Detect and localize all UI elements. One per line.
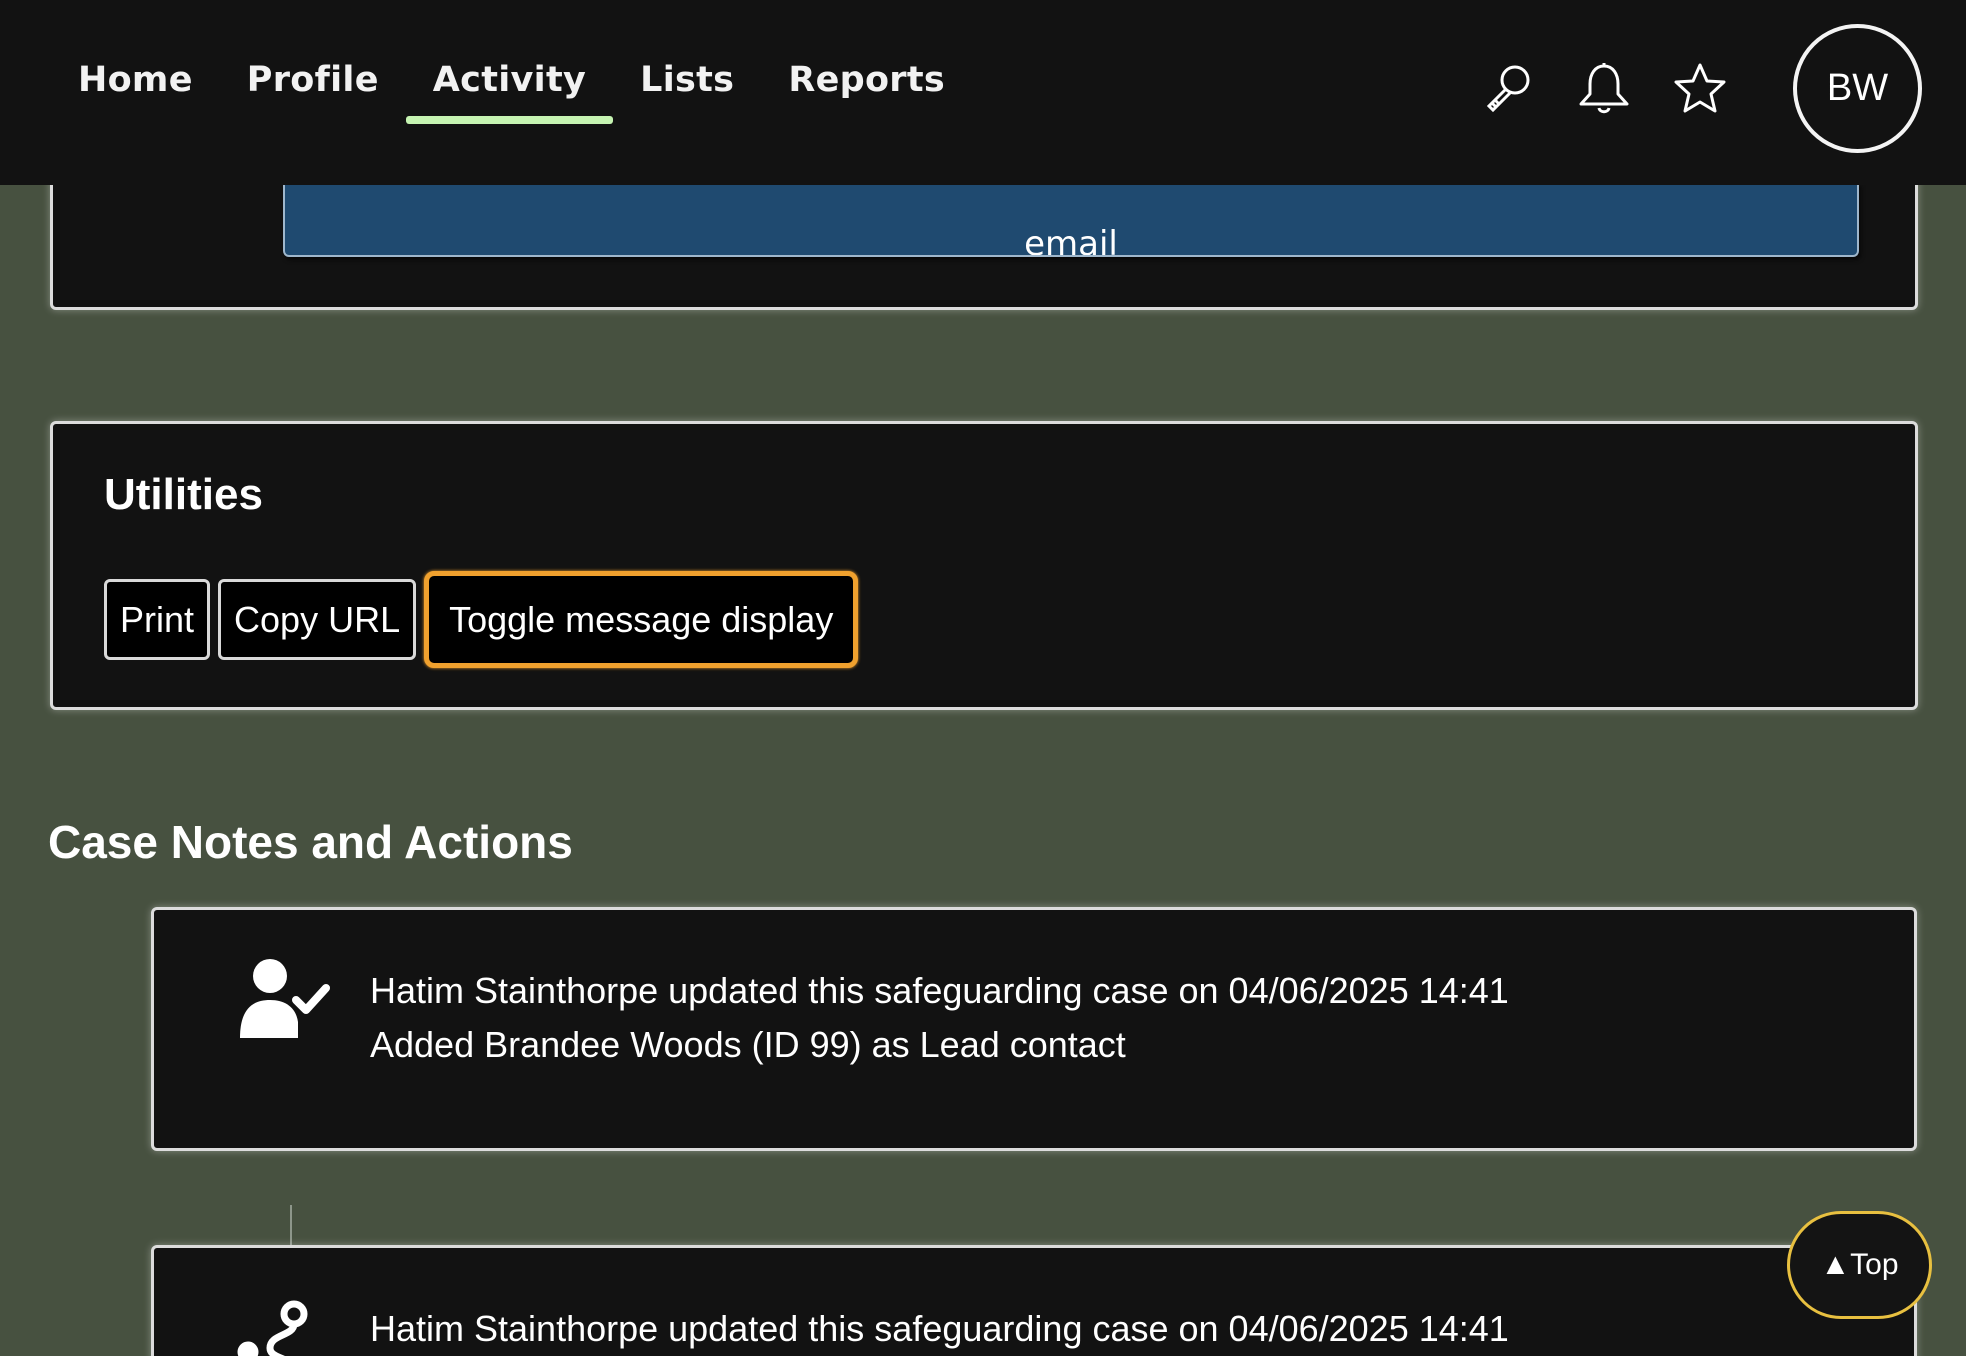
user-avatar[interactable]: BW (1793, 24, 1922, 153)
utilities-button-row: Print Copy URL Toggle message display (104, 571, 866, 668)
case-note-line: Added Brandee Woods (ID 99) as Lead cont… (370, 1024, 1126, 1065)
utilities-card: Utilities Print Copy URL Toggle message … (50, 421, 1918, 710)
utilities-title: Utilities (104, 470, 263, 519)
case-note-text: Hatim Stainthorpe updated this safeguard… (370, 964, 1509, 1072)
case-notes-heading: Case Notes and Actions (48, 816, 573, 868)
user-check-icon (234, 956, 330, 1040)
top-navigation-bar: Home Profile Activity Lists Reports BW (0, 0, 1966, 185)
page: Home Profile Activity Lists Reports BW e… (0, 0, 1966, 1356)
nav-item-reports[interactable]: Reports (761, 0, 972, 160)
main-nav: Home Profile Activity Lists Reports (51, 0, 972, 185)
case-note-line: Hatim Stainthorpe updated this safeguard… (370, 1308, 1509, 1349)
print-button[interactable]: Print (104, 579, 211, 660)
case-note-entry: Hatim Stainthorpe updated this safeguard… (151, 907, 1917, 1151)
route-icon (234, 1294, 330, 1356)
case-note-entry: Hatim Stainthorpe updated this safeguard… (151, 1245, 1917, 1356)
nav-item-activity[interactable]: Activity (405, 0, 614, 160)
nav-item-lists[interactable]: Lists (613, 0, 761, 160)
copy-url-button[interactable]: Copy URL (218, 579, 417, 660)
email-button-label: email (1024, 224, 1118, 257)
bell-icon[interactable] (1575, 60, 1633, 118)
search-icon[interactable] (1479, 60, 1537, 118)
case-note-line: Hatim Stainthorpe updated this safeguard… (370, 970, 1509, 1011)
back-to-top-button[interactable]: ▲Top (1787, 1211, 1932, 1319)
email-button[interactable]: email (283, 183, 1859, 257)
case-note-text: Hatim Stainthorpe updated this safeguard… (370, 1302, 1509, 1356)
header-tools: BW (1441, 24, 1922, 153)
nav-item-home[interactable]: Home (51, 0, 220, 160)
toggle-message-display-button[interactable]: Toggle message display (424, 571, 859, 668)
star-icon[interactable] (1671, 60, 1729, 118)
nav-item-profile[interactable]: Profile (220, 0, 406, 160)
timeline-connector (290, 1205, 292, 1245)
